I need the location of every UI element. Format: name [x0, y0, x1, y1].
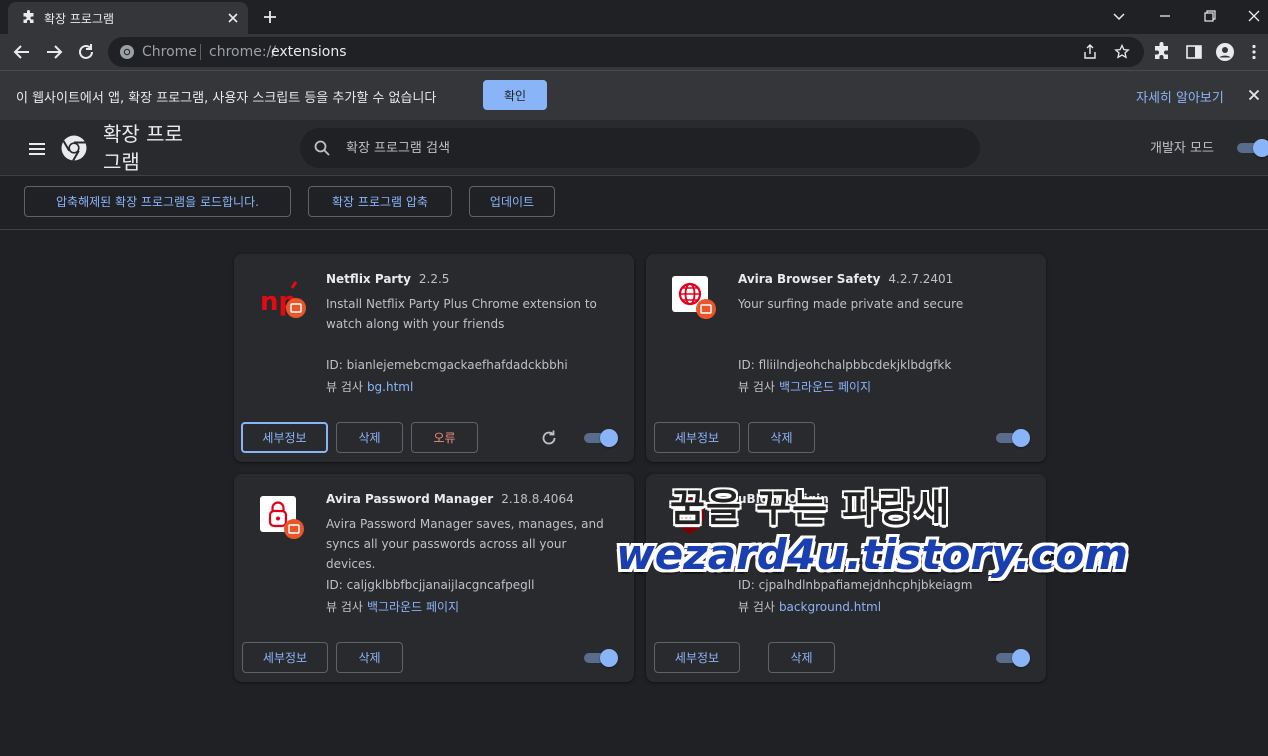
infobar-message: 이 웹사이트에서 앱, 확장 프로그램, 사용자 스크립트 등을 추가할 수 없… — [16, 91, 437, 106]
inspect-view-link[interactable]: background.html — [779, 600, 881, 614]
profile-avatar-icon[interactable] — [1215, 42, 1235, 62]
tab-extensions[interactable]: 확장 프로그램 — [8, 2, 248, 34]
search-box[interactable] — [300, 128, 980, 168]
new-tab-plus-icon[interactable] — [260, 7, 280, 27]
errors-button[interactable]: 오류 — [411, 422, 478, 453]
inspect-views-label: 뷰 검사 — [738, 600, 775, 614]
developer-toolbar: 압축해제된 확장 프로그램을 로드합니다. 확장 프로그램 압축 업데이트 — [0, 176, 1268, 230]
extension-name: Netflix Party 2.2.5 — [326, 272, 449, 286]
inspect-view-link[interactable]: bg.html — [367, 380, 413, 394]
remove-button[interactable]: 삭제 — [748, 422, 815, 453]
watermark-title: 꿈을 꾸는 파랑새 — [670, 486, 951, 530]
window-close-icon[interactable] — [1244, 6, 1264, 26]
confirm-button[interactable]: 확인 — [483, 80, 547, 110]
toggle-knob — [600, 429, 618, 447]
extension-card-netflix-party: np Netflix Party 2.2.5 Install Netflix Pa… — [234, 254, 634, 462]
site-label: Chrome — [142, 44, 197, 60]
tab-search-chevron-icon[interactable] — [1109, 6, 1129, 26]
extension-version: 2.18.8.4064 — [501, 492, 574, 506]
extension-enable-toggle[interactable] — [996, 649, 1030, 667]
toggle-knob — [1012, 649, 1030, 667]
close-icon[interactable] — [224, 9, 242, 27]
dev-mode-label: 개발자 모드 — [1150, 141, 1214, 156]
extension-name-text: Netflix Party — [326, 272, 411, 286]
extension-name-text: Avira Password Manager — [326, 492, 494, 506]
menu-kebab-icon[interactable] — [1244, 42, 1264, 62]
extension-card-avira-password-manager: Avira Password Manager 2.18.8.4064 Avira … — [234, 474, 634, 682]
inspect-views: 뷰 검사 백그라운드 페이지 — [738, 378, 871, 395]
extension-name-text: Avira Browser Safety — [738, 272, 881, 286]
url-scheme: chrome:// — [209, 44, 276, 60]
extension-enable-toggle[interactable] — [584, 649, 618, 667]
toggle-knob — [1012, 429, 1030, 447]
share-icon[interactable] — [1082, 44, 1098, 60]
inspect-views: 뷰 검사 백그라운드 페이지 — [326, 598, 459, 615]
minimize-icon[interactable] — [1155, 6, 1175, 26]
extension-description: Your surfing made private and secure — [738, 297, 964, 311]
details-button[interactable]: 세부정보 — [654, 642, 740, 673]
remove-button[interactable]: 삭제 — [768, 642, 835, 673]
toggle-knob — [1253, 139, 1268, 157]
remove-button[interactable]: 삭제 — [336, 642, 403, 673]
inspect-views-label: 뷰 검사 — [738, 380, 775, 394]
extension-description: Install Netflix Party Plus Chrome extens… — [326, 297, 597, 331]
learn-more-link[interactable]: 자세히 알아보기 — [1136, 87, 1224, 106]
restore-icon[interactable] — [1200, 6, 1220, 26]
avira-password-manager-logo-icon — [260, 496, 304, 539]
extension-enable-toggle[interactable] — [584, 429, 618, 447]
chrome-logo-icon — [61, 135, 87, 162]
back-arrow-icon[interactable] — [11, 41, 33, 63]
address-bar[interactable]: Chrome chrome:// extensions — [108, 37, 1144, 67]
omnibox-divider — [200, 44, 201, 60]
browser-toolbar: Chrome chrome:// extensions — [0, 34, 1268, 70]
extension-id: ID: flliilndjeohchalpbbcdekjklbdgfkk — [738, 358, 952, 372]
extension-card-avira-browser-safety: Avira Browser Safety 4.2.7.2401 Your surf… — [646, 254, 1046, 462]
forward-arrow-icon[interactable] — [43, 41, 65, 63]
bookmark-star-icon[interactable] — [1114, 44, 1130, 60]
extension-description: Avira Password Manager saves, manages, a… — [326, 517, 604, 571]
details-button[interactable]: 세부정보 — [241, 422, 328, 453]
details-button[interactable]: 세부정보 — [654, 422, 740, 453]
side-panel-icon[interactable] — [1184, 42, 1204, 62]
netflix-party-logo-icon: np — [260, 281, 306, 318]
extensions-puzzle-icon[interactable] — [1152, 42, 1172, 62]
extension-id: ID: bianlejemebcmgackaefhafdadckbbhi — [326, 358, 568, 372]
update-button[interactable]: 업데이트 — [469, 186, 555, 217]
hamburger-menu-icon[interactable] — [26, 138, 48, 160]
inspect-view-link[interactable]: 백그라운드 페이지 — [779, 380, 871, 394]
page-title: 확장 프로그램 — [103, 122, 183, 174]
url-path: extensions — [271, 44, 347, 60]
extension-id: ID: cjpalhdlnbpafiamejdnhcphjbkeiagm — [738, 578, 973, 592]
tab-strip: 확장 프로그램 — [0, 0, 1268, 34]
inspect-view-link[interactable]: 백그라운드 페이지 — [367, 600, 459, 614]
extension-name: Avira Password Manager 2.18.8.4064 — [326, 492, 574, 506]
inspect-views-label: 뷰 검사 — [326, 600, 363, 614]
extension-id: ID: caljgklbbfbcjjanaijlacgncafpegll — [326, 578, 535, 592]
load-unpacked-button[interactable]: 압축해제된 확장 프로그램을 로드합니다. — [24, 186, 291, 217]
extension-enable-toggle[interactable] — [996, 429, 1030, 447]
dev-mode-toggle[interactable] — [1237, 139, 1268, 157]
remove-button[interactable]: 삭제 — [336, 422, 403, 453]
inspect-views: 뷰 검사 bg.html — [326, 378, 413, 395]
infobar-close-icon[interactable] — [1246, 87, 1262, 103]
pack-extension-button[interactable]: 확장 프로그램 압축 — [308, 186, 452, 217]
search-input[interactable] — [346, 138, 946, 158]
inspect-views-label: 뷰 검사 — [326, 380, 363, 394]
chrome-site-icon[interactable] — [119, 44, 135, 60]
details-button[interactable]: 세부정보 — [242, 642, 328, 673]
reload-extension-icon[interactable] — [540, 429, 558, 447]
search-icon — [314, 140, 330, 156]
inspect-views: 뷰 검사 background.html — [738, 598, 881, 615]
extension-name: Avira Browser Safety 4.2.7.2401 — [738, 272, 953, 286]
extension-version: 4.2.7.2401 — [888, 272, 954, 286]
extension-version: 2.2.5 — [418, 272, 450, 286]
infobar: 이 웹사이트에서 앱, 확장 프로그램, 사용자 스크립트 등을 추가할 수 없… — [0, 70, 1268, 120]
toggle-knob — [600, 649, 618, 667]
puzzle-icon — [23, 10, 34, 23]
tab-title: 확장 프로그램 — [44, 12, 115, 26]
reload-icon[interactable] — [75, 41, 97, 63]
avira-browser-safety-logo-icon — [672, 276, 716, 319]
watermark-url: wezard4u.tistory.com — [616, 530, 1129, 579]
extensions-header: 확장 프로그램 개발자 모드 — [0, 120, 1268, 176]
